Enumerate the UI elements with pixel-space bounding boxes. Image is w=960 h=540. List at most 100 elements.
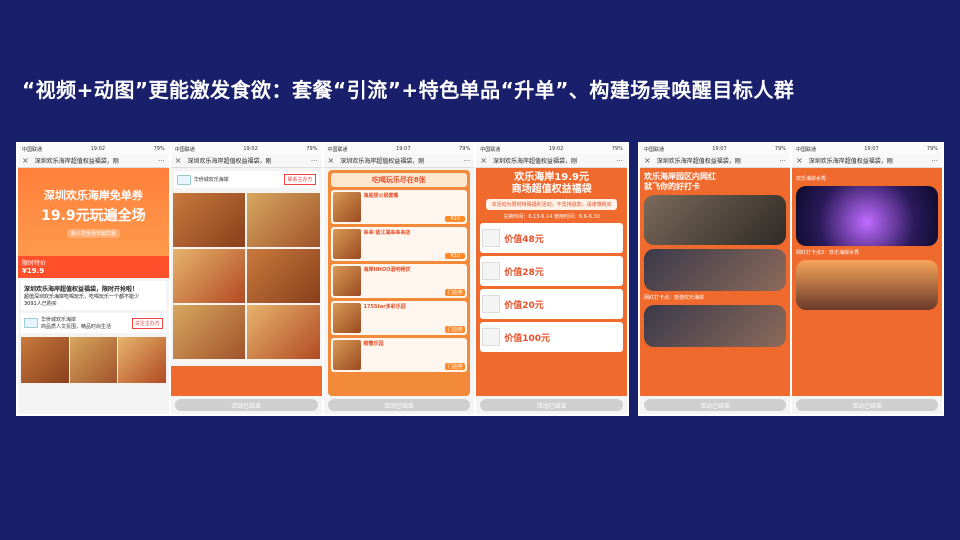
more-icon[interactable]: ···: [616, 157, 623, 165]
voucher-dates: 兑换时间：6.13-6.14 使用时间：6.6-6.30: [503, 214, 600, 220]
wechat-title-bar: × 深圳欢乐海岸超值权益福袋，刚 ···: [476, 154, 627, 168]
banner-line-3: 新人享全场专属优惠: [66, 228, 120, 238]
scene-photo[interactable]: [796, 260, 938, 310]
more-icon[interactable]: ···: [158, 157, 165, 165]
status-bar: 中国联通 19:07 79%: [792, 144, 942, 154]
voucher-row[interactable]: 价值20元: [480, 289, 623, 319]
status-bar: 中国联通 19:02 79%: [18, 144, 169, 154]
food-photo[interactable]: [247, 305, 320, 359]
slide-title: “视频+动图”更能激发食欲：套餐“引流”+特色单品“升单”、构建场景唤醒目标人群: [22, 78, 795, 102]
coupon-name: 螃蟹乐园: [363, 341, 384, 347]
product-desc: 超值深圳欢乐海岸吃喝玩乐，吃喝玩乐一个都不能少: [24, 294, 140, 300]
activity-ended-button[interactable]: 活动已结束: [644, 399, 786, 411]
battery-label: 79%: [153, 146, 165, 152]
scene-photo[interactable]: [796, 186, 938, 246]
coupon-item[interactable]: 海岸HHOO酒吧畅饮 门店券: [330, 264, 468, 298]
activity-ended-button[interactable]: 活动已结束: [327, 399, 471, 411]
time-label: 19:02: [243, 146, 258, 152]
coupon-item[interactable]: 串串·蓝江湖串串串店 ¥10: [330, 227, 468, 261]
wechat-title-bar: × 深圳欢乐海岸超值权益福袋，刚 ···: [170, 154, 322, 168]
scene-photo[interactable]: [644, 305, 786, 348]
close-icon[interactable]: ×: [644, 156, 651, 165]
checkin-title-1: 欢乐海岸园区内网红: [644, 172, 716, 181]
carrier-label: 中国联通: [22, 146, 43, 153]
more-icon[interactable]: ···: [464, 157, 471, 165]
carrier-label: 中国联通: [480, 146, 501, 153]
brand-logo-icon: [482, 229, 501, 247]
product-card[interactable]: 深圳欢乐海岸超值权益福袋，限时开抢啦！ 超值深圳欢乐海岸吃喝玩乐，吃喝玩乐一个都…: [21, 281, 166, 310]
coupon-item[interactable]: 175Star多彩乐园 门店券: [330, 301, 468, 335]
coupon-tag: ¥10: [445, 253, 466, 259]
food-photo[interactable]: [172, 249, 246, 303]
voucher-row[interactable]: 价值100元: [480, 322, 623, 352]
battery-label: 79%: [611, 146, 623, 152]
time-label: 19:07: [864, 146, 879, 152]
wechat-title-bar: × 深圳欢乐海岸超值权益福袋，刚 ···: [792, 154, 942, 168]
voucher-row[interactable]: 价值48元: [480, 223, 623, 253]
food-photo[interactable]: [21, 337, 69, 383]
page-title: 深圳欢乐海岸超值权益福袋，刚: [656, 158, 741, 165]
carrier-label: 中国联通: [174, 146, 195, 153]
activity-ended-button[interactable]: 活动已结束: [174, 399, 318, 411]
status-bar: 中国联通 19:07 79%: [323, 144, 475, 154]
activity-ended-button[interactable]: 活动已结束: [480, 399, 623, 411]
shop-row: 华侨城欢乐海岸 联系主办方: [173, 171, 319, 188]
promo-banner[interactable]: 深圳欢乐海岸免单券 19.9元玩遍全场 新人享全场专属优惠: [18, 168, 169, 256]
voucher-row[interactable]: 价值28元: [480, 256, 623, 286]
phone-screen-5: 中国联通 19:07 79% × 深圳欢乐海岸超值权益福袋，刚 ··· 欢乐海岸…: [640, 144, 790, 414]
more-icon[interactable]: ···: [779, 157, 786, 165]
close-icon[interactable]: ×: [22, 156, 29, 165]
page-title: 深圳欢乐海岸超值权益福袋，刚: [187, 158, 272, 165]
coupon-thumbnail: [332, 229, 361, 259]
time-label: 19:07: [396, 146, 411, 152]
food-photo[interactable]: [247, 249, 320, 303]
food-photo[interactable]: [118, 337, 166, 383]
battery-label: 79%: [774, 146, 786, 152]
phone-screen-1: 中国联通 19:02 79% × 深圳欢乐海岸超值权益福袋，刚 ··· 深圳欢乐…: [18, 144, 169, 414]
more-icon[interactable]: ···: [931, 157, 938, 165]
coupon-thumbnail: [332, 192, 361, 222]
coupon-item[interactable]: 螃蟹乐园 门店券: [330, 338, 468, 372]
page-title: 深圳欢乐海岸超值权益福袋，刚: [340, 158, 425, 165]
phone-screen-2: 中国联通 19:02 79% × 深圳欢乐海岸超值权益福袋，刚 ··· 华侨城欢…: [170, 144, 322, 414]
status-bar: 中国联通 19:07 79%: [640, 144, 790, 154]
food-photo[interactable]: [69, 337, 118, 383]
wechat-title-bar: × 深圳欢乐海岸超值权益福袋，刚 ···: [640, 154, 790, 168]
food-photo[interactable]: [172, 193, 246, 247]
activity-ended-button[interactable]: 活动已结束: [796, 399, 938, 411]
shop-desc: 商品质人文氛围，精品时尚生活: [41, 324, 112, 330]
coupon-name: 海底捞火锅套餐: [363, 193, 399, 199]
shop-name: 华侨城欢乐海岸: [193, 177, 229, 183]
phone-screen-6: 中国联通 19:07 79% × 深圳欢乐海岸超值权益福袋，刚 ··· 欢乐海岸…: [792, 144, 942, 414]
voucher-value: 价值20元: [504, 300, 544, 311]
food-photo[interactable]: [247, 193, 320, 247]
page-title: 深圳欢乐海岸超值权益福袋，刚: [492, 158, 577, 165]
contact-button[interactable]: 联系主办方: [284, 174, 316, 185]
time-label: 19:02: [548, 146, 564, 152]
checkin-title-2: 就飞你的好打卡: [644, 181, 700, 191]
follow-button[interactable]: 关注主办方: [131, 317, 163, 329]
food-photo[interactable]: [172, 305, 246, 359]
battery-label: 79%: [926, 146, 938, 152]
close-icon[interactable]: ×: [175, 156, 182, 165]
status-bar: 中国联通 19:02 79%: [170, 144, 322, 154]
voucher-title-1: 欢乐海岸19.9元: [514, 172, 589, 183]
coupon-name: 海岸HHOO酒吧畅饮: [363, 267, 411, 273]
coupon-item[interactable]: 海底捞火锅套餐 ¥10: [330, 190, 468, 224]
more-icon[interactable]: ···: [311, 157, 318, 165]
page-title: 深圳欢乐海岸超值权益福袋，刚: [808, 158, 893, 165]
scene-photo[interactable]: [644, 195, 786, 246]
close-icon[interactable]: ×: [480, 156, 487, 165]
coupon-thumbnail: [332, 340, 361, 370]
close-icon[interactable]: ×: [328, 156, 335, 165]
phone-screen-4: 中国联通 19:02 79% × 深圳欢乐海岸超值权益福袋，刚 ··· 欢乐海岸…: [476, 144, 627, 414]
battery-label: 79%: [306, 146, 318, 152]
carrier-label: 中国联通: [327, 146, 348, 153]
checkin-panel: 欢乐海岸园区内网红 就飞你的好打卡 网红打卡点：夜游欢乐海岸: [640, 168, 790, 396]
scene-photo[interactable]: [644, 249, 786, 292]
voucher-value: 价值100元: [504, 333, 551, 344]
close-icon[interactable]: ×: [796, 156, 803, 165]
coupon-thumbnail: [332, 266, 361, 296]
voucher-note: 本活动为限时特殊福利活动，不支持退款，请谨慎购买: [486, 199, 617, 210]
food-gallery: [171, 191, 322, 361]
